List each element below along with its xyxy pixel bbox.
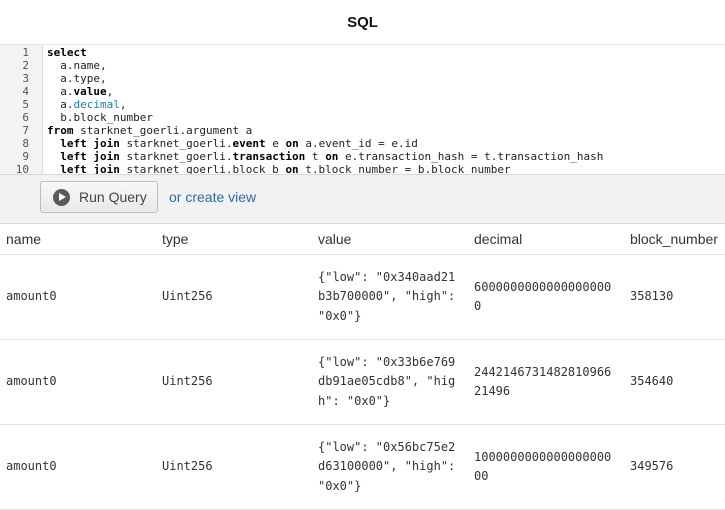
create-view-link[interactable]: or create view — [169, 189, 256, 205]
code-line[interactable]: 5 a.decimal, — [0, 98, 725, 111]
sql-keyword: left join — [60, 137, 120, 150]
code-text: left join starknet_goerli.event e on a.e… — [47, 137, 418, 150]
page-title: SQL — [347, 13, 378, 31]
sql-keyword: left join — [60, 150, 120, 163]
line-number: 7 — [22, 124, 29, 137]
code-token: b.block_number — [47, 111, 153, 124]
cell-block-number: 358130 — [624, 254, 725, 340]
code-token: a.type, — [47, 72, 107, 85]
cell-value: {"low": "0x340aad21b3b700000", "high": "… — [312, 254, 468, 340]
code-token: a. — [47, 98, 74, 111]
code-text: left join starknet_goerli.transaction t … — [47, 150, 603, 163]
sql-keyword: event — [232, 137, 266, 150]
sql-keyword: transaction — [232, 150, 306, 163]
cell-value: {"low": "0x33b6e769db91ae05cdb8", "high"… — [312, 339, 468, 425]
cell-value: {"low": "0x56bc75e2d63100000", "high": "… — [312, 424, 468, 510]
column-header-value: value — [312, 223, 468, 255]
cell-name: amount0 — [0, 424, 156, 510]
cell-type: Uint256 — [156, 424, 312, 510]
line-number: 3 — [22, 72, 29, 85]
code-line[interactable]: 4 a.value, — [0, 85, 725, 98]
code-token: e.transaction_hash = t.transaction_hash — [338, 150, 604, 163]
line-number: 1 — [22, 46, 29, 59]
table-row: amount0 Uint256 {"low": "0x340aad21b3b70… — [0, 254, 725, 340]
column-header-name: name — [0, 223, 156, 255]
line-number: 8 — [22, 137, 29, 150]
code-token: starknet_goerli. — [119, 137, 233, 150]
code-text: a.name, — [47, 59, 107, 72]
code-token: , — [106, 85, 114, 98]
table-row: amount0 Uint256 {"low": "0x33b6e769db91a… — [0, 339, 725, 425]
sql-keyword: select — [47, 46, 87, 59]
cell-decimal-text: 244214673148281096621496 — [474, 364, 612, 399]
code-line[interactable]: 3 a.type, — [0, 72, 725, 85]
cell-decimal-text: 60000000000000000000 — [474, 279, 612, 314]
results-table: name type value decimal block_number amo… — [0, 223, 725, 510]
code-token: , — [119, 98, 127, 111]
cell-value-text: {"low": "0x56bc75e2d63100000", "high": "… — [318, 439, 456, 493]
sql-editor[interactable]: 1 select 2 a.name, 3 a.type, 4 a.value, 5 a.d… — [0, 44, 725, 175]
cell-decimal: 244214673148281096621496 — [468, 339, 624, 425]
code-line[interactable]: 6 b.block_number — [0, 111, 725, 124]
code-text: a.type, — [47, 72, 107, 85]
code-token: t — [305, 150, 326, 163]
run-query-label: Run Query — [79, 189, 147, 205]
sql-keyword: on — [325, 150, 339, 163]
code-token: e — [265, 137, 286, 150]
line-number: 5 — [22, 98, 29, 111]
column-header-decimal: decimal — [468, 223, 624, 255]
line-number: 4 — [22, 85, 29, 98]
run-query-button[interactable]: Run Query — [40, 181, 158, 213]
code-line[interactable]: 7 from starknet_goerli.argument a — [0, 124, 725, 137]
cell-decimal: 60000000000000000000 — [468, 254, 624, 340]
code-text: b.block_number — [47, 111, 153, 124]
cell-value-text: {"low": "0x340aad21b3b700000", "high": "… — [318, 269, 456, 323]
code-text: select — [47, 46, 87, 59]
cell-name: amount0 — [0, 254, 156, 340]
code-token: starknet_goerli. — [119, 150, 233, 163]
code-line[interactable]: 1 select — [0, 46, 725, 59]
cell-block-number: 354640 — [624, 339, 725, 425]
cell-name: amount0 — [0, 339, 156, 425]
code-token: starknet_goerli.argument a — [73, 124, 253, 137]
code-token: decimal — [73, 98, 120, 111]
code-text: from starknet_goerli.argument a — [47, 124, 252, 137]
code-text: a.value, — [47, 85, 113, 98]
cell-type: Uint256 — [156, 254, 312, 340]
table-row: amount0 Uint256 {"low": "0x56bc75e2d6310… — [0, 424, 725, 510]
column-header-type: type — [156, 223, 312, 255]
line-number: 6 — [22, 111, 29, 124]
code-line[interactable]: 2 a.name, — [0, 59, 725, 72]
cell-block-number: 349576 — [624, 424, 725, 510]
sql-keyword: from — [47, 124, 74, 137]
cell-value-text: {"low": "0x33b6e769db91ae05cdb8", "high"… — [318, 354, 456, 408]
cell-decimal-text: 100000000000000000000 — [474, 449, 612, 484]
play-icon — [53, 188, 70, 206]
line-number: 2 — [22, 59, 29, 72]
results-header-row: name type value decimal block_number — [0, 223, 725, 255]
sql-keyword: on — [285, 137, 299, 150]
code-line[interactable]: 8 left join starknet_goerli.event e on a… — [0, 137, 725, 150]
cell-decimal: 100000000000000000000 — [468, 424, 624, 510]
sql-keyword: value — [73, 85, 107, 98]
code-token: a.name, — [47, 59, 107, 72]
code-token: a. — [47, 85, 74, 98]
code-line[interactable]: 9 left join starknet_goerli.transaction … — [0, 150, 725, 163]
cell-type: Uint256 — [156, 339, 312, 425]
column-header-block-number: block_number — [624, 223, 725, 255]
code-token: a.event_id = e.id — [298, 137, 418, 150]
query-toolbar: Run Query or create view — [0, 174, 725, 224]
code-text: a.decimal, — [47, 98, 126, 111]
line-number: 9 — [22, 150, 29, 163]
